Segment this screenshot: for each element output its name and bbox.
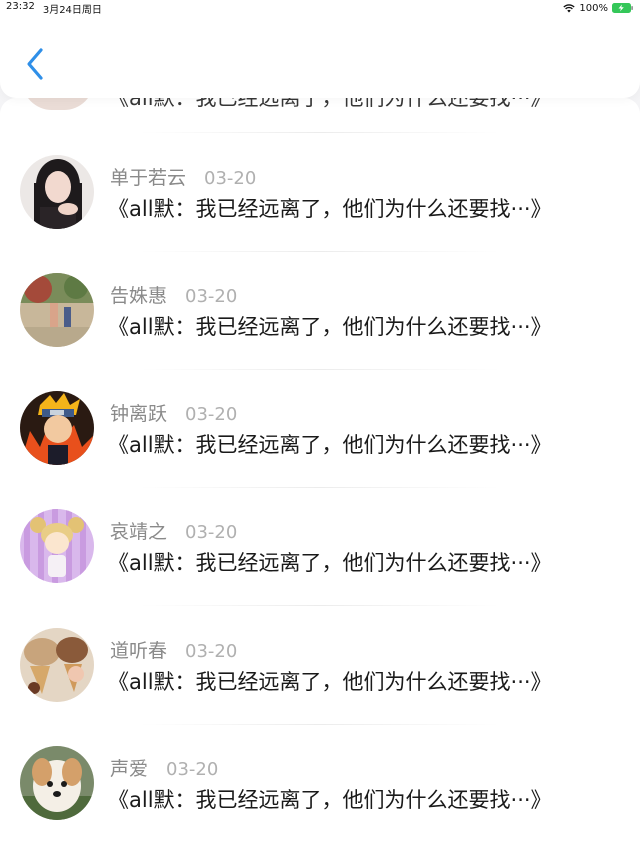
divider xyxy=(140,369,500,370)
message-text: 《all默：我已经远离了，他们为什么还要找···》 xyxy=(108,551,552,575)
avatar xyxy=(20,509,94,583)
divider xyxy=(140,724,500,725)
message-date: 03-20 xyxy=(185,522,238,543)
avatar xyxy=(20,155,94,229)
list-item[interactable]: 道听春 03-20 《all默：我已经远离了，他们为什么还要找···》 xyxy=(0,628,640,746)
status-bar: 23:32 3月24日周日 100% xyxy=(0,0,640,16)
sender-name: 哀靖之 xyxy=(110,521,168,543)
message-list: 《all默：我已经远离了，他们为什么还要找···》 单于若云 03-20 《al… xyxy=(0,98,640,853)
message-text: 《all默：我已经远离了，他们为什么还要找···》 xyxy=(108,788,552,812)
sender-name: 钟离跃 xyxy=(110,403,168,425)
message-text: 《all默：我已经远离了，他们为什么还要找···》 xyxy=(108,433,552,457)
sender-name: 道听春 xyxy=(110,640,168,662)
message-date: 03-20 xyxy=(166,759,219,780)
message-text: 《all默：我已经远离了，他们为什么还要找···》 xyxy=(108,315,552,339)
avatar xyxy=(20,628,94,702)
avatar xyxy=(20,391,94,465)
avatar xyxy=(20,746,94,820)
back-button[interactable] xyxy=(20,46,50,82)
battery-percent: 100% xyxy=(579,2,608,14)
divider xyxy=(140,251,500,252)
wifi-icon xyxy=(563,3,576,13)
message-date: 03-20 xyxy=(185,641,238,662)
avatar xyxy=(20,273,94,347)
list-item-partial[interactable]: 《all默：我已经远离了，他们为什么还要找···》 xyxy=(0,98,640,110)
message-date: 03-20 xyxy=(185,286,238,307)
divider xyxy=(140,132,500,133)
divider xyxy=(140,605,500,606)
list-item[interactable]: 声爱 03-20 《all默：我已经远离了，他们为什么还要找···》 xyxy=(0,746,640,853)
list-item[interactable]: 单于若云 03-20 《all默：我已经远离了，他们为什么还要找···》 xyxy=(0,155,640,273)
list-item[interactable]: 哀靖之 03-20 《all默：我已经远离了，他们为什么还要找···》 xyxy=(0,509,640,627)
message-text: 《all默：我已经远离了，他们为什么还要找···》 xyxy=(108,197,552,221)
message-date: 03-20 xyxy=(204,168,257,189)
list-item[interactable]: 钟离跃 03-20 《all默：我已经远离了，他们为什么还要找···》 xyxy=(0,391,640,509)
sender-name: 声爱 xyxy=(110,758,149,780)
message-text: 《all默：我已经远离了，他们为什么还要找···》 xyxy=(108,98,552,110)
avatar xyxy=(22,98,94,110)
battery-charging-icon xyxy=(612,3,634,13)
status-time: 23:32 xyxy=(6,0,35,12)
sender-name: 告姝惠 xyxy=(110,285,168,307)
message-text: 《all默：我已经远离了，他们为什么还要找···》 xyxy=(108,670,552,694)
message-date: 03-20 xyxy=(185,404,238,425)
sender-name: 单于若云 xyxy=(110,167,187,189)
list-item[interactable]: 告姝惠 03-20 《all默：我已经远离了，他们为什么还要找···》 xyxy=(0,273,640,391)
divider xyxy=(140,487,500,488)
status-date: 3月24日周日 xyxy=(42,4,102,16)
chevron-left-icon xyxy=(27,48,43,80)
